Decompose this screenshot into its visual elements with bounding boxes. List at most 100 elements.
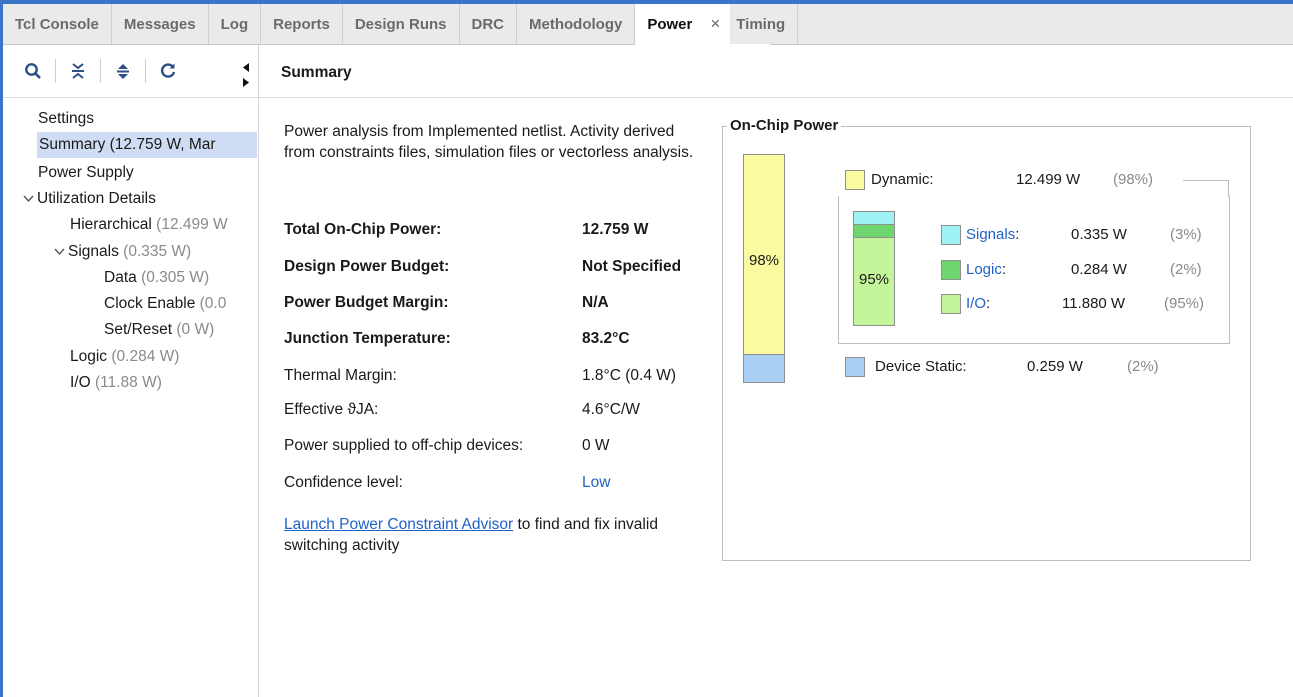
dynamic-value: 12.499 W xyxy=(1016,171,1081,188)
chevron-down-icon[interactable] xyxy=(23,186,37,212)
tree-item-value: (11.88 W) xyxy=(94,374,162,391)
tab-log[interactable]: Log xyxy=(209,4,262,44)
tree-item-utilization-details[interactable]: Utilization Details xyxy=(23,186,156,212)
tree-item-label: Logic xyxy=(70,348,108,365)
tree-item-logic[interactable]: Logic (0.284 W) xyxy=(70,344,179,370)
device-static-label: Device Static: xyxy=(875,358,967,375)
tree-item-signals[interactable]: Signals (0.335 W) xyxy=(54,239,191,265)
power-budget-value: Not Specified xyxy=(582,258,682,275)
dynamic-breakdown-bar xyxy=(853,211,895,326)
tree-item-value: (0.335 W) xyxy=(123,243,192,260)
tree-toolbar xyxy=(3,45,258,98)
advisor-text: Launch Power Constraint Advisor to find … xyxy=(284,514,704,556)
tab-power[interactable]: Power × xyxy=(635,4,771,45)
tab-methodology[interactable]: Methodology xyxy=(517,4,636,44)
power-tree-panel: Settings Summary (12.759 W, Mar Power Su… xyxy=(3,45,259,697)
expand-all-icon[interactable] xyxy=(111,59,135,83)
tree-item-data[interactable]: Data (0.305 W) xyxy=(104,265,209,291)
dynamic-bar-percent: 98% xyxy=(748,252,780,269)
tree-item-clock-enable[interactable]: Clock Enable (0.0 xyxy=(104,291,250,317)
tree-item-label: Hierarchical xyxy=(70,216,152,233)
tab-design-runs[interactable]: Design Runs xyxy=(343,4,460,44)
toolbar-divider xyxy=(100,59,101,83)
logic-percent: (2%) xyxy=(1170,261,1202,278)
thermal-margin-label: Thermal Margin: xyxy=(284,367,397,384)
signals-bar-segment xyxy=(854,212,894,225)
tree-item-power-supply[interactable]: Power Supply xyxy=(38,160,134,186)
io-bar-percent: 95% xyxy=(858,271,890,288)
tree-item-label: Set/Reset xyxy=(104,321,173,338)
tree-item-value: (12.499 W xyxy=(156,216,228,233)
effective-theta-ja-value: 4.6°C/W xyxy=(582,401,640,418)
tree-item-value: (0.0 xyxy=(199,295,227,312)
signals-colon: : xyxy=(1015,226,1020,243)
summary-header xyxy=(259,45,1293,98)
tree-item-value: (0.284 W) xyxy=(111,348,180,365)
device-static-value: 0.259 W xyxy=(1027,358,1083,375)
tree-item-settings[interactable]: Settings xyxy=(38,106,94,132)
tree-item-value: (0.305 W) xyxy=(141,269,210,286)
tab-tcl-console[interactable]: Tcl Console xyxy=(3,4,112,44)
tab-bar: Tcl Console Messages Log Reports Design … xyxy=(3,4,1293,45)
toolbar-divider xyxy=(55,59,56,83)
io-percent: (95%) xyxy=(1164,295,1205,312)
signals-link[interactable]: Signals xyxy=(966,226,1015,243)
dynamic-percent: (98%) xyxy=(1113,171,1154,188)
signals-link-wrap: Signals: xyxy=(966,226,1019,243)
tree-item-label: Clock Enable xyxy=(104,295,196,312)
refresh-icon[interactable] xyxy=(156,59,180,83)
tab-timing[interactable]: Timing xyxy=(730,4,799,44)
junction-temp-label: Junction Temperature: xyxy=(284,330,451,347)
confidence-level-label: Confidence level: xyxy=(284,474,403,491)
logic-bar-segment xyxy=(854,225,894,238)
on-chip-power-title: On-Chip Power xyxy=(727,117,842,134)
tree-item-value: (0 W) xyxy=(176,321,215,338)
signals-swatch xyxy=(941,225,961,245)
toolbar-divider xyxy=(145,59,146,83)
io-link-wrap: I/O: xyxy=(966,295,990,312)
budget-margin-label: Power Budget Margin: xyxy=(284,294,449,311)
chevron-down-icon[interactable] xyxy=(54,239,68,265)
close-icon[interactable]: × xyxy=(710,14,720,34)
effective-theta-ja-label: Effective ϑJA: xyxy=(284,401,379,418)
tab-messages[interactable]: Messages xyxy=(112,4,209,44)
power-budget-label: Design Power Budget: xyxy=(284,258,450,275)
logic-link-wrap: Logic: xyxy=(966,261,1006,278)
device-static-bar-segment xyxy=(744,354,784,382)
tab-reports[interactable]: Reports xyxy=(261,4,343,44)
confidence-level-link[interactable]: Low xyxy=(582,474,610,492)
signals-value: 0.335 W xyxy=(1071,226,1127,243)
search-icon[interactable] xyxy=(21,59,45,83)
total-power-value: 12.759 W xyxy=(582,221,649,238)
dynamic-bracket-line xyxy=(1228,180,1229,197)
tree-item-label: Utilization Details xyxy=(37,190,156,207)
tree-item-hierarchical[interactable]: Hierarchical (12.499 W xyxy=(70,212,250,238)
tree-item-io[interactable]: I/O (11.88 W) xyxy=(70,370,162,396)
dynamic-bracket-line xyxy=(1183,180,1228,181)
off-chip-power-value: 0 W xyxy=(582,437,610,454)
io-swatch xyxy=(941,294,961,314)
logic-value: 0.284 W xyxy=(1071,261,1127,278)
tree-item-label: Signals xyxy=(68,243,119,260)
tree-item-label: I/O xyxy=(70,374,91,391)
logic-colon: : xyxy=(1001,261,1007,278)
tree-item-summary[interactable]: Summary (12.759 W, Mar xyxy=(37,132,257,158)
tab-power-label: Power xyxy=(647,15,693,33)
io-colon: : xyxy=(986,295,991,312)
analysis-description: Power analysis from Implemented netlist.… xyxy=(284,123,694,161)
device-static-swatch xyxy=(845,357,865,377)
dynamic-label: Dynamic: xyxy=(871,171,934,188)
tree-item-label: Data xyxy=(104,269,137,286)
logic-link[interactable]: Logic xyxy=(966,261,1002,278)
collapse-all-icon[interactable] xyxy=(66,59,90,83)
panel-splitter-handle[interactable] xyxy=(242,62,250,90)
signals-percent: (3%) xyxy=(1170,226,1202,243)
tab-drc[interactable]: DRC xyxy=(460,4,517,44)
junction-temp-value: 83.2°C xyxy=(582,330,630,347)
dynamic-swatch xyxy=(845,170,865,190)
io-value: 11.880 W xyxy=(1062,295,1126,312)
tree-item-set-reset[interactable]: Set/Reset (0 W) xyxy=(104,317,214,343)
thermal-margin-value: 1.8°C (0.4 W) xyxy=(582,367,677,384)
launch-power-constraint-advisor-link[interactable]: Launch Power Constraint Advisor xyxy=(284,516,513,533)
io-link[interactable]: I/O xyxy=(966,295,986,312)
